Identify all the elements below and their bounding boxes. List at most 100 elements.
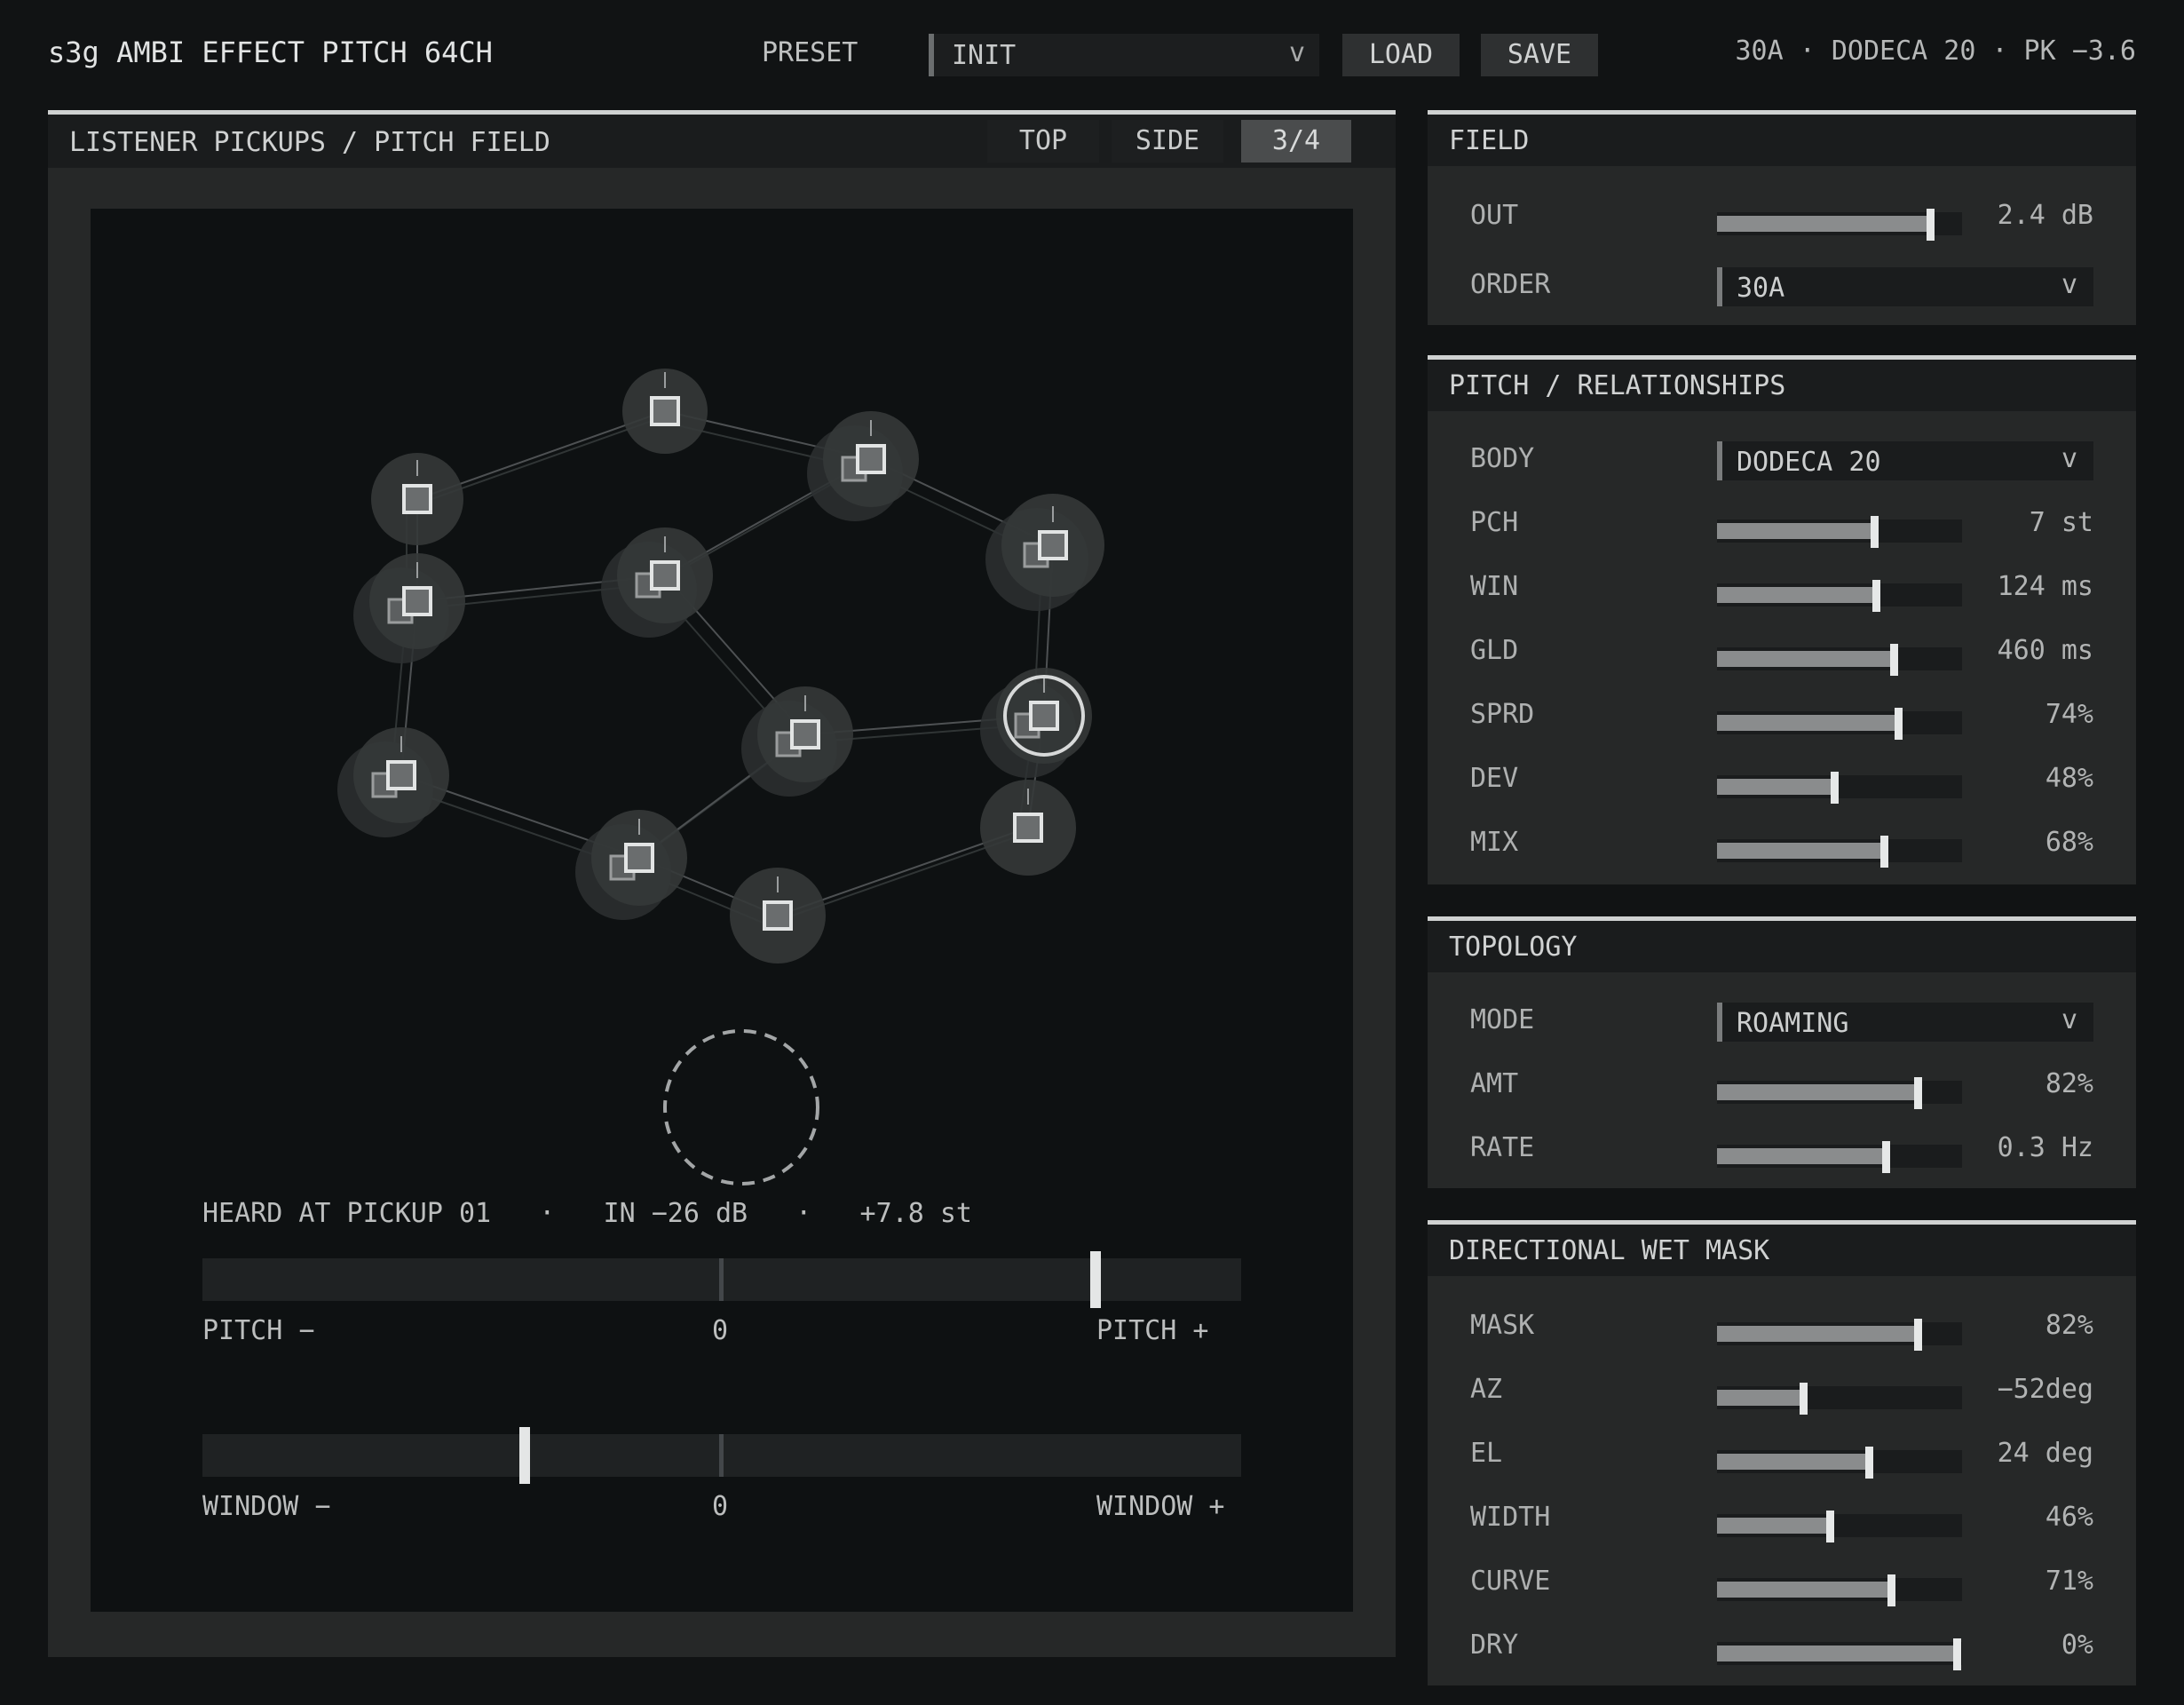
param-label-out: OUT [1470,200,1519,231]
pitch-plus-label: PITCH + [1096,1315,1209,1346]
pickup-graph[interactable] [91,209,1353,1612]
mask-slider-fill [1717,1326,1918,1342]
sprd-slider[interactable] [1717,708,1962,740]
param-label-el: EL [1470,1438,1503,1469]
param-row-rate: RATE 0.3 Hz [1428,1125,2136,1178]
tab-side[interactable]: SIDE [1112,120,1223,163]
pitch-field-canvas[interactable]: HEARD AT PICKUP 01 · IN −26 dB · +7.8 st… [91,209,1353,1612]
save-button[interactable]: SAVE [1481,34,1598,76]
width-slider-fill [1717,1518,1830,1534]
param-label-order: ORDER [1470,269,1551,300]
param-label-dev: DEV [1470,763,1519,794]
order-select[interactable]: 30A v [1717,267,2093,306]
pickup-node[interactable] [807,411,919,521]
rate-slider[interactable] [1717,1141,1962,1173]
mode-select[interactable]: ROAMING v [1717,1003,2093,1042]
dry-value: 0% [2061,1630,2093,1661]
curve-slider[interactable] [1717,1574,1962,1606]
curve-slider-knob[interactable] [1887,1574,1895,1606]
pickup-node[interactable] [371,453,463,545]
amt-value: 82% [2045,1068,2093,1099]
param-label-sprd: SPRD [1470,699,1535,730]
el-slider-knob[interactable] [1865,1447,1873,1479]
pch-slider-fill [1717,523,1874,539]
heard-readout: HEARD AT PICKUP 01 · IN −26 dB · +7.8 st [202,1198,972,1229]
pickup-node[interactable] [985,494,1104,611]
gld-slider-fill [1717,651,1894,667]
mask-slider-knob[interactable] [1914,1319,1922,1351]
mask-slider[interactable] [1717,1319,1962,1351]
pickup-node[interactable] [622,369,708,454]
topology-title: TOPOLOGY [1449,932,1578,963]
dry-slider[interactable] [1717,1638,1962,1670]
mix-slider[interactable] [1717,836,1962,868]
width-slider[interactable] [1717,1511,1962,1542]
width-slider-knob[interactable] [1826,1511,1834,1542]
mix-slider-fill [1717,843,1884,859]
app-title: s3g AMBI EFFECT PITCH 64CH [48,36,493,69]
pitch-field-panel: LISTENER PICKUPS / PITCH FIELD TOP SIDE … [48,110,1396,1657]
dev-slider[interactable] [1717,772,1962,804]
tab-top[interactable]: TOP [987,120,1099,163]
preset-value: INIT [952,40,1017,71]
pickup-node[interactable] [353,553,465,663]
param-label-curve: CURVE [1470,1566,1551,1597]
body-select[interactable]: DODECA 20 v [1717,441,2093,480]
sprd-value: 74% [2045,699,2093,730]
param-label-win: WIN [1470,571,1519,602]
body-select-value: DODECA 20 [1737,447,1881,478]
out-slider[interactable] [1717,209,1962,241]
el-slider[interactable] [1717,1447,1962,1479]
pitch-relationships-header: PITCH / RELATIONSHIPS [1428,360,2136,411]
pickup-node[interactable] [337,727,449,837]
pch-slider[interactable] [1717,516,1962,548]
preset-select[interactable]: INIT v [929,34,1319,76]
pitch-bar[interactable] [202,1251,1241,1308]
field-panel-header: LISTENER PICKUPS / PITCH FIELD TOP SIDE … [48,115,1396,168]
param-row-amt: AMT 82% [1428,1061,2136,1114]
pch-slider-knob[interactable] [1871,516,1879,548]
param-row-out: OUT 2.4 dB [1428,193,2136,246]
win-slider-fill [1717,587,1876,603]
load-button[interactable]: LOAD [1342,34,1460,76]
az-slider-fill [1717,1390,1803,1406]
param-row-dry: DRY 0% [1428,1622,2136,1676]
amt-slider-knob[interactable] [1914,1077,1922,1109]
az-slider-knob[interactable] [1800,1383,1808,1415]
gld-slider-knob[interactable] [1890,644,1898,676]
window-bar[interactable] [202,1427,1241,1484]
pickup-node[interactable] [730,868,826,964]
win-slider[interactable] [1717,580,1962,612]
param-row-sprd: SPRD 74% [1428,692,2136,745]
listener-cursor[interactable] [663,1029,819,1186]
pickup-node[interactable] [601,527,713,638]
param-label-width: WIDTH [1470,1502,1551,1533]
top-bar: s3g AMBI EFFECT PITCH 64CH PRESET INIT v… [0,0,2184,107]
param-row-pch: PCH 7 st [1428,500,2136,553]
pitch-bar-center [719,1258,724,1301]
pitch-bar-thumb[interactable] [1090,1251,1101,1308]
param-row-mode: MODE ROAMING v [1428,997,2136,1051]
pickup-node[interactable] [980,668,1092,778]
pickup-node[interactable] [575,810,687,920]
dry-slider-knob[interactable] [1953,1638,1961,1670]
out-slider-knob[interactable] [1927,209,1935,241]
out-slider-fill [1717,216,1930,232]
pickup-node[interactable] [980,780,1076,876]
az-value: −52deg [1997,1374,2093,1405]
param-row-el: EL 24 deg [1428,1431,2136,1484]
window-bar-thumb[interactable] [519,1427,530,1484]
tab-three-quarter[interactable]: 3/4 [1241,120,1351,163]
amt-slider[interactable] [1717,1077,1962,1109]
gld-slider[interactable] [1717,644,1962,676]
param-row-az: AZ −52deg [1428,1367,2136,1420]
field-settings-panel: FIELD OUT 2.4 dB ORDER 30A v [1428,110,2136,325]
mix-slider-knob[interactable] [1880,836,1888,868]
dev-slider-knob[interactable] [1831,772,1839,804]
sprd-slider-knob[interactable] [1895,708,1903,740]
win-slider-knob[interactable] [1872,580,1880,612]
param-row-mask: MASK 82% [1428,1303,2136,1356]
rate-slider-knob[interactable] [1882,1141,1890,1173]
az-slider[interactable] [1717,1383,1962,1415]
rate-slider-fill [1717,1148,1886,1164]
